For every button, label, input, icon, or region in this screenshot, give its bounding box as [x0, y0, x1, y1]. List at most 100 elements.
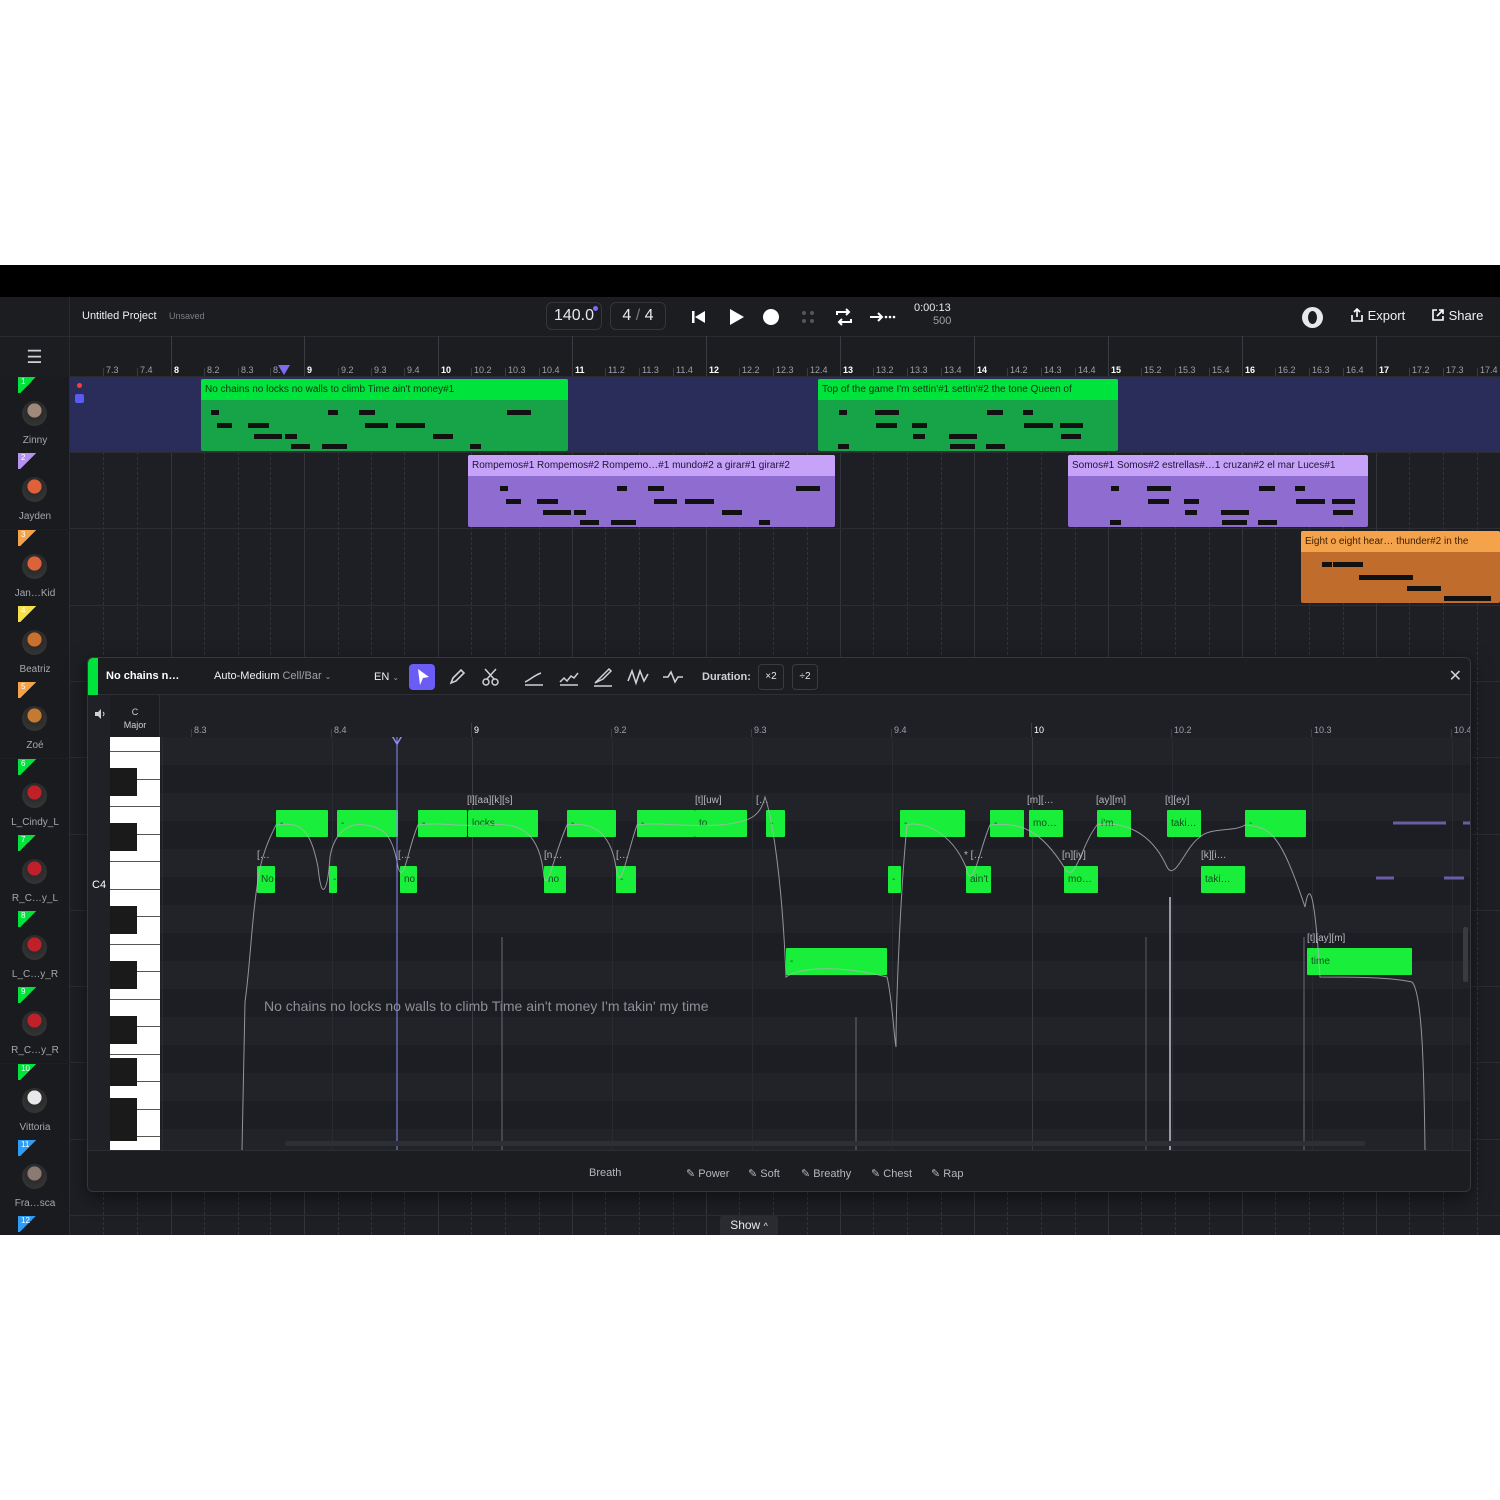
track-header[interactable]: 9 R_C…y_R — [0, 987, 70, 1064]
time-signature-field[interactable]: 4 / 4 — [610, 302, 666, 330]
record-arm-dot[interactable] — [77, 383, 82, 388]
track-name[interactable]: Beatriz — [0, 664, 70, 675]
track-row[interactable]: 3 Jan…Kid — [0, 529, 1500, 606]
track-avatar[interactable] — [22, 629, 47, 655]
soft-tab[interactable]: ✎ Soft — [748, 1167, 780, 1180]
track-avatar[interactable] — [22, 706, 47, 732]
track-avatar[interactable] — [22, 1164, 47, 1189]
clip-note-mark — [1024, 423, 1053, 428]
track-name[interactable]: Fra…sca — [0, 1198, 70, 1209]
track-header[interactable]: 1 Zinny — [0, 377, 70, 453]
clip[interactable]: Top of the game I'm settin'#1 settin'#2 … — [818, 379, 1118, 451]
wave-tool-icon[interactable] — [625, 664, 651, 690]
track-header[interactable]: 11 Fra…sca — [0, 1140, 70, 1216]
ruler-tick — [304, 336, 305, 376]
track-header[interactable]: 8 L_C…y_R — [0, 911, 70, 988]
smooth-tool-icon[interactable] — [660, 664, 686, 690]
timeline-ruler[interactable]: 7.3 7.4 8 8.2 8.3 8. 9 9.2 9.3 9.4 10 10.2 10.3 10.4 1… — [70, 336, 1500, 377]
show-button[interactable]: Show ^ — [720, 1215, 778, 1235]
key-selector[interactable]: C Major — [110, 695, 160, 737]
play-icon[interactable] — [725, 306, 747, 328]
record-icon[interactable] — [760, 306, 782, 328]
track-name[interactable]: Zoé — [0, 740, 70, 751]
black-key[interactable] — [110, 1058, 137, 1086]
ruler-tick — [238, 368, 239, 376]
menu-icon[interactable]: ☰ — [0, 337, 70, 377]
track-avatar[interactable] — [22, 935, 47, 961]
track-header[interactable]: 6 L_Cindy_L — [0, 758, 70, 835]
key-mode: Major — [123, 720, 147, 730]
track-header[interactable]: 4 Beatriz — [0, 605, 70, 682]
track-avatar[interactable] — [22, 782, 47, 808]
bpm-indicator-dot — [593, 306, 598, 311]
track-header[interactable]: 3 Jan…Kid — [0, 529, 70, 606]
ruler-tick — [1477, 368, 1478, 376]
track-header[interactable]: 2 Jayden — [0, 453, 70, 530]
editor-ruler-tick — [611, 729, 612, 737]
duration-double-button[interactable]: ×2 — [758, 664, 784, 690]
clip[interactable]: Somos#1 Somos#2 estrellas#…1 cruzan#2 el… — [1068, 455, 1368, 527]
select-tool-icon[interactable] — [409, 664, 435, 690]
pitch-mode-dropdown[interactable]: Auto-Medium Cell/Bar ⌄ — [214, 670, 331, 682]
track-header[interactable]: 10 Vittoria — [0, 1063, 70, 1140]
track-avatar[interactable] — [22, 401, 47, 426]
duration-half-button[interactable]: ÷2 — [792, 664, 818, 690]
bpm-field[interactable]: 140.0 — [546, 302, 602, 330]
track-avatar[interactable] — [22, 858, 47, 884]
user-avatar[interactable] — [1302, 307, 1323, 328]
playhead-marker[interactable] — [278, 365, 290, 375]
track-avatar[interactable] — [22, 477, 47, 503]
power-tab[interactable]: ✎ Power — [686, 1167, 729, 1180]
vibrato-tool-icon[interactable] — [556, 664, 582, 690]
pitch-curve-tool-icon[interactable] — [521, 664, 547, 690]
piano-keyboard[interactable] — [110, 737, 160, 1150]
track-name[interactable]: Zinny — [0, 435, 70, 446]
ruler-tick — [137, 368, 138, 376]
track-header[interactable]: 5 Zoé — [0, 682, 70, 759]
chest-tab[interactable]: ✎ Chest — [871, 1167, 912, 1180]
track-avatar[interactable] — [22, 1087, 47, 1113]
rap-tab[interactable]: ✎ Rap — [931, 1167, 963, 1180]
export-button[interactable]: Export — [1350, 307, 1405, 323]
track-header[interactable]: 12 — [0, 1216, 70, 1235]
scissors-tool-icon[interactable] — [478, 664, 504, 690]
track-name[interactable]: Jayden — [0, 511, 70, 522]
skip-back-icon[interactable] — [688, 306, 710, 328]
loop-icon[interactable] — [833, 306, 855, 328]
project-title[interactable]: Untitled Project — [82, 310, 157, 322]
clip[interactable]: Eight o eight hear… thunder#2 in the — [1301, 531, 1500, 603]
speaker-icon[interactable] — [94, 708, 106, 720]
black-key[interactable] — [110, 1016, 137, 1044]
black-key[interactable] — [110, 906, 137, 934]
black-key[interactable] — [110, 768, 137, 796]
track-name[interactable]: Vittoria — [0, 1122, 70, 1133]
clip[interactable]: No chains no locks no walls to climb Tim… — [201, 379, 568, 451]
pencil-tool-icon[interactable] — [444, 664, 470, 690]
close-icon[interactable]: ✕ — [1449, 666, 1462, 686]
lock-icon[interactable] — [75, 394, 84, 403]
track-avatar[interactable] — [22, 1011, 47, 1037]
black-key[interactable] — [110, 961, 137, 989]
share-button[interactable]: Share — [1431, 308, 1483, 323]
track-avatar[interactable] — [22, 553, 47, 579]
ruler-tick — [438, 336, 439, 376]
track-name[interactable]: L_C…y_R — [0, 969, 70, 980]
editor-ruler[interactable]: 8.3 8.4 9 9.2 9.3 9.4 10 10.2 10.3 10.4 — [160, 695, 1470, 737]
breathy-tab[interactable]: ✎ Breathy — [801, 1167, 851, 1180]
black-key[interactable] — [110, 823, 137, 851]
metronome-dots-icon[interactable] — [797, 306, 819, 328]
language-dropdown[interactable]: EN ⌄ — [374, 671, 399, 683]
clip-note-mark — [913, 434, 925, 439]
track-name[interactable]: R_C…y_L — [0, 893, 70, 904]
black-key[interactable] — [110, 1113, 137, 1141]
track-name[interactable]: R_C…y_R — [0, 1045, 70, 1056]
piano-roll[interactable]: - - - locks - - to - - - mo… i'm taki… - No - no no - - ain'… — [160, 737, 1470, 1150]
draw-pitch-tool-icon[interactable] — [590, 664, 616, 690]
track-header[interactable]: 7 R_C…y_L — [0, 834, 70, 911]
follow-playhead-icon[interactable] — [868, 306, 896, 328]
track-name[interactable]: L_Cindy_L — [0, 817, 70, 828]
editor-ruler-tick — [471, 723, 472, 737]
clip[interactable]: Rompemos#1 Rompemos#2 Rompemo…#1 mundo#2… — [468, 455, 835, 527]
breath-tab[interactable]: Breath — [589, 1167, 621, 1179]
track-name[interactable]: Jan…Kid — [0, 588, 70, 599]
